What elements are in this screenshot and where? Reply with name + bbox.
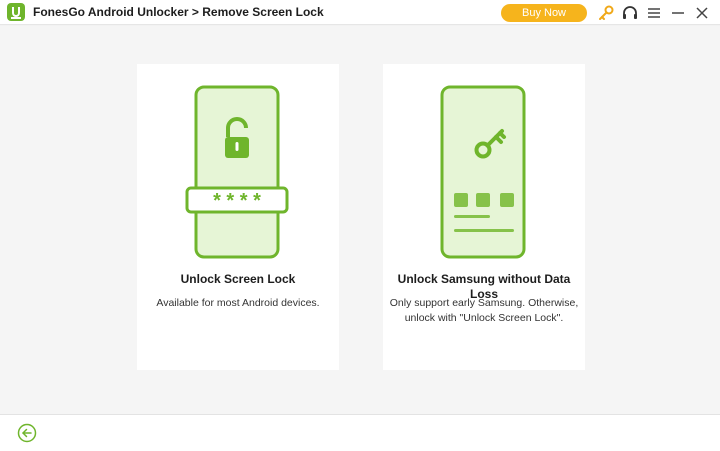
key-icon[interactable] (597, 4, 615, 22)
card-description: Available for most Android devices. (156, 297, 320, 309)
unlock-screen-lock-card[interactable]: * * * * Unlock Screen Lock Available for… (137, 64, 339, 370)
buy-now-button[interactable]: Buy Now (501, 4, 587, 22)
minimize-icon[interactable] (669, 4, 687, 22)
headset-icon[interactable] (621, 4, 639, 22)
phone-illustration (440, 85, 526, 259)
app-logo-icon (7, 3, 25, 21)
back-arrow-icon[interactable] (17, 423, 37, 443)
phone-illustration: * * * * (185, 85, 289, 259)
password-mask: * * * * (213, 190, 261, 212)
card-description: Only support early Samsung. Otherwise, u… (389, 297, 579, 324)
window-title: FonesGo Android Unlocker > Remove Screen… (33, 5, 324, 19)
menu-icon[interactable] (645, 4, 663, 22)
footer-bar (0, 414, 720, 451)
close-icon[interactable] (693, 4, 711, 22)
main-area: * * * * Unlock Screen Lock Available for… (0, 26, 720, 414)
title-bar: FonesGo Android Unlocker > Remove Screen… (0, 0, 720, 25)
card-title: Unlock Screen Lock (180, 272, 296, 286)
unlock-samsung-card[interactable]: Unlock Samsung without Data Loss Only su… (383, 64, 585, 370)
